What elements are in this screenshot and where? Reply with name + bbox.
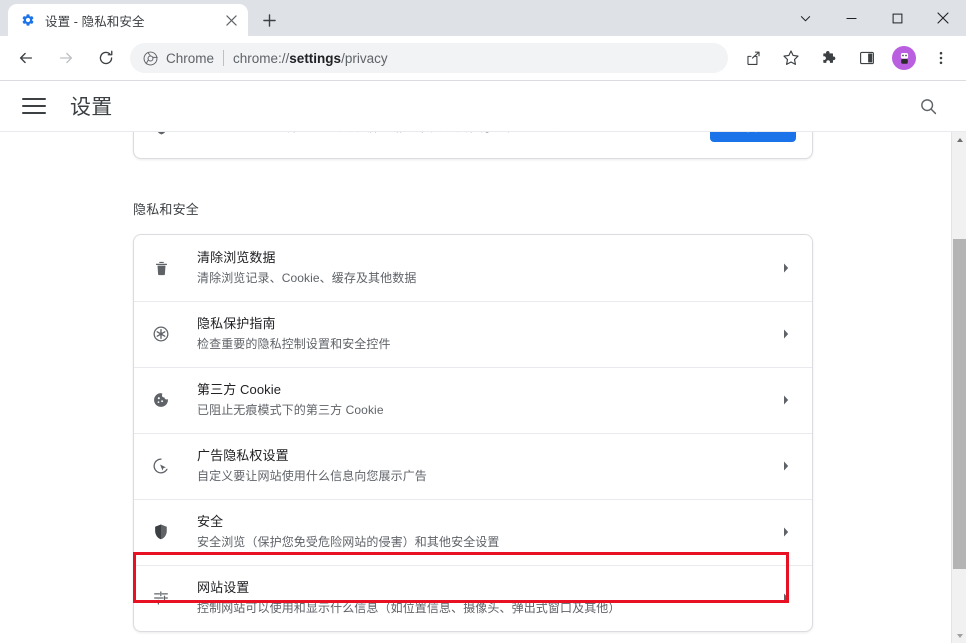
scroll-down-arrow-icon[interactable] — [952, 628, 966, 643]
row-subtitle: 自定义要让网站使用什么信息向您展示广告 — [197, 469, 427, 483]
minimize-icon[interactable] — [828, 0, 874, 36]
browser-toolbar: Chrome chrome://settings/privacy — [0, 36, 966, 81]
ad-privacy-icon — [151, 456, 171, 476]
url-prefix: chrome:// — [233, 50, 290, 66]
setting-row-third-party-cookies[interactable]: 第三方 Cookie 已阻止无痕模式下的第三方 Cookie — [134, 367, 812, 433]
menu-icon[interactable] — [22, 94, 46, 118]
chevron-right-icon — [776, 588, 796, 608]
share-icon[interactable] — [739, 44, 767, 72]
url-bold: settings — [289, 50, 342, 66]
settings-header: 设置 — [0, 81, 966, 131]
chevron-right-icon — [776, 258, 796, 278]
privacy-guide-icon — [151, 324, 171, 344]
row-subtitle: 控制网站可以使用和显示什么信息（如位置信息、摄像头、弹出式窗口及其他） — [197, 601, 621, 615]
run-safety-check-button[interactable]: 立即检查 — [709, 132, 796, 142]
row-subtitle: 检查重要的隐私控制设置和安全控件 — [197, 337, 391, 351]
row-subtitle: 清除浏览记录、Cookie、缓存及其他数据 — [197, 271, 417, 285]
profile-avatar[interactable] — [892, 46, 916, 70]
safety-check-message: Chrome 有助于保护您免受数据泄露、不良扩展程序等问题的影响 — [197, 132, 710, 137]
row-body: 安全 安全浏览（保护您免受危险网站的侵害）和其他安全设置 — [197, 513, 776, 551]
omnibox-scheme-label: Chrome — [166, 50, 215, 66]
row-title: 广告隐私权设置 — [197, 448, 289, 463]
setting-row-site-settings[interactable]: 网站设置 控制网站可以使用和显示什么信息（如位置信息、摄像头、弹出式窗口及其他） — [134, 565, 812, 631]
page-title: 设置 — [70, 96, 113, 119]
row-title: 网站设置 — [197, 580, 250, 595]
row-subtitle: 已阻止无痕模式下的第三方 Cookie — [197, 403, 384, 417]
chevron-right-icon — [776, 522, 796, 542]
maximize-icon[interactable] — [874, 0, 920, 36]
search-icon[interactable] — [914, 92, 942, 120]
omnibox-divider — [223, 50, 225, 66]
close-window-icon[interactable] — [920, 0, 966, 36]
new-tab-button[interactable] — [255, 6, 283, 34]
safety-check-card: Chrome 有助于保护您免受数据泄露、不良扩展程序等问题的影响 立即检查 — [133, 132, 813, 159]
security-shield-icon — [151, 522, 171, 542]
close-icon[interactable] — [222, 11, 240, 29]
more-menu-icon[interactable] — [927, 44, 955, 72]
shield-check-icon — [151, 132, 171, 137]
chevron-down-icon[interactable] — [782, 0, 828, 36]
chrome-logo-icon — [142, 50, 158, 66]
tab-strip: 设置 - 隐私和安全 — [0, 0, 966, 36]
gear-icon — [20, 12, 36, 28]
back-arrow-icon[interactable] — [11, 43, 41, 73]
extensions-puzzle-icon[interactable] — [815, 44, 843, 72]
row-title: 隐私保护指南 — [197, 316, 276, 331]
tab-title: 设置 - 隐私和安全 — [45, 14, 145, 29]
settings-scroll-region: Chrome 有助于保护您免受数据泄露、不良扩展程序等问题的影响 立即检查 隐私… — [0, 131, 966, 643]
row-title: 清除浏览数据 — [197, 250, 276, 265]
row-body: 第三方 Cookie 已阻止无痕模式下的第三方 Cookie — [197, 381, 776, 419]
trash-icon — [151, 258, 171, 278]
reload-icon[interactable] — [91, 43, 121, 73]
row-body: 清除浏览数据 清除浏览记录、Cookie、缓存及其他数据 — [197, 249, 776, 287]
section-heading-privacy: 隐私和安全 — [133, 202, 200, 217]
vertical-scrollbar[interactable] — [951, 132, 966, 643]
cookie-icon — [151, 390, 171, 410]
site-settings-tune-icon — [151, 588, 171, 608]
settings-page: 设置 隐私和安全 清除浏览数据 清除浏览记录、Cookie、缓存及其他数据 隐私… — [0, 81, 966, 643]
browser-tab-settings[interactable]: 设置 - 隐私和安全 — [8, 4, 248, 36]
address-bar[interactable]: Chrome chrome://settings/privacy — [130, 43, 728, 73]
row-title: 安全 — [197, 514, 224, 529]
window-controls — [782, 0, 966, 36]
setting-row-ad-privacy[interactable]: 广告隐私权设置 自定义要让网站使用什么信息向您展示广告 — [134, 433, 812, 499]
setting-row-clear-browsing-data[interactable]: 清除浏览数据 清除浏览记录、Cookie、缓存及其他数据 — [134, 235, 812, 301]
chevron-right-icon — [776, 456, 796, 476]
toolbar-actions — [734, 44, 960, 72]
side-panel-icon[interactable] — [853, 44, 881, 72]
chevron-right-icon — [776, 324, 796, 344]
omnibox-url: chrome://settings/privacy — [233, 51, 388, 66]
row-body: 隐私保护指南 检查重要的隐私控制设置和安全控件 — [197, 315, 776, 353]
forward-arrow-icon[interactable] — [51, 43, 81, 73]
row-subtitle: 安全浏览（保护您免受危险网站的侵害）和其他安全设置 — [197, 535, 500, 549]
chevron-right-icon — [776, 390, 796, 410]
row-body: 广告隐私权设置 自定义要让网站使用什么信息向您展示广告 — [197, 447, 776, 485]
url-suffix: /privacy — [341, 50, 388, 66]
setting-row-privacy-guide[interactable]: 隐私保护指南 检查重要的隐私控制设置和安全控件 — [134, 301, 812, 367]
row-title: 第三方 Cookie — [197, 382, 282, 397]
bookmark-star-icon[interactable] — [777, 44, 805, 72]
privacy-settings-list: 清除浏览数据 清除浏览记录、Cookie、缓存及其他数据 隐私保护指南 检查重要… — [133, 234, 813, 632]
scrollbar-thumb[interactable] — [953, 239, 966, 569]
setting-row-security[interactable]: 安全 安全浏览（保护您免受危险网站的侵害）和其他安全设置 — [134, 499, 812, 565]
row-body: 网站设置 控制网站可以使用和显示什么信息（如位置信息、摄像头、弹出式窗口及其他） — [197, 579, 776, 617]
browser-window: 设置 - 隐私和安全 Chrome chrome://settings/priv… — [0, 0, 966, 643]
scroll-up-arrow-icon[interactable] — [952, 132, 966, 147]
